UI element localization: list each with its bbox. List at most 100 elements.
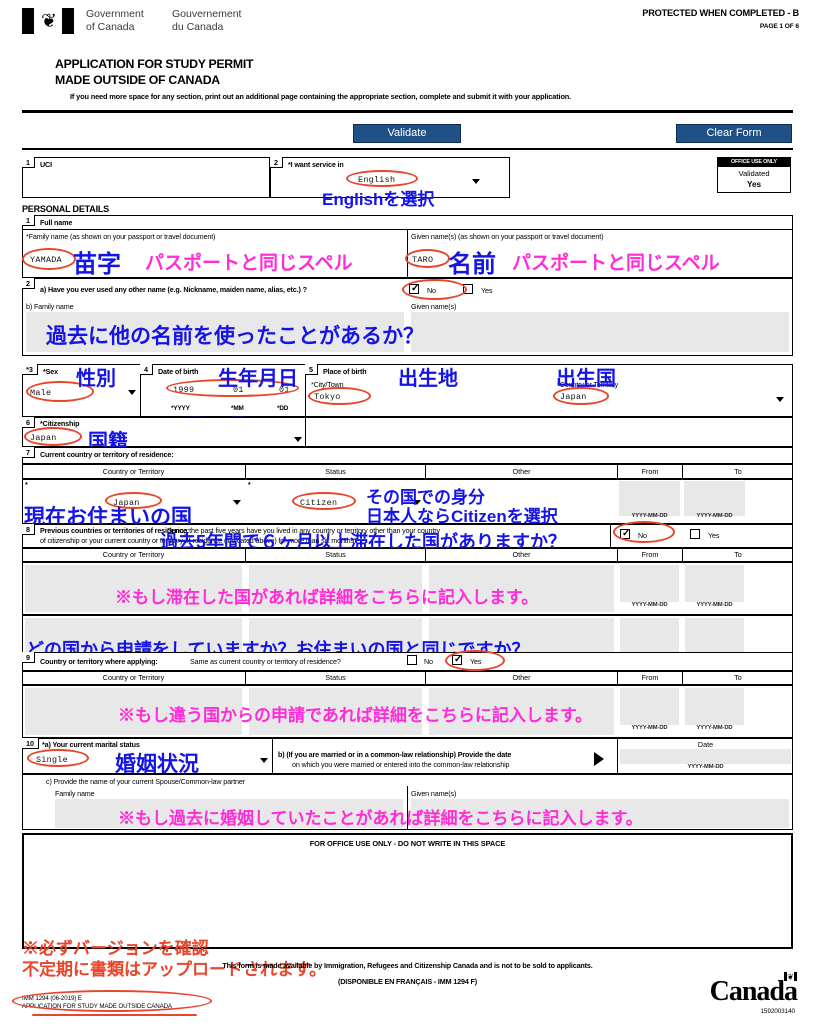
fullname-title: Full name	[40, 218, 73, 227]
previous-col-status: Status	[325, 550, 346, 559]
goc-fr-line2: du Canada	[172, 20, 224, 33]
barcode-number: 1592003140	[760, 1008, 795, 1015]
citizenship-row	[22, 417, 793, 447]
service-label: *I want service in	[288, 160, 344, 169]
dob-number: 4	[140, 364, 153, 375]
marital-c-given-label: Given name(s)	[411, 789, 457, 798]
annotation-given-name-note: パスポートと同じスペル	[512, 253, 720, 274]
header-divider	[22, 110, 793, 113]
goc-fr-line1: Gouvernement	[172, 8, 242, 20]
chevron-down-icon-marital[interactable]	[260, 758, 268, 763]
highlight-ellipse-given-name	[405, 249, 450, 268]
annotation-applying-detail: ※もし違う国からの申請であれば詳細をこちらに記入します。	[118, 706, 593, 725]
marital-date-label: Date	[697, 740, 714, 749]
previous-to-input-2[interactable]	[685, 618, 744, 655]
service-number: 2	[270, 157, 283, 168]
highlight-ellipse-previous-no	[613, 521, 675, 543]
residence-to-input[interactable]	[684, 481, 745, 516]
previous-from-input-1[interactable]	[620, 565, 679, 602]
residence-from-input[interactable]	[619, 481, 680, 516]
government-of-canada-en: Government of Canada	[86, 8, 144, 33]
annotation-marital-detail: ※もし過去に婚姻していたことがあれば詳細をこちらに記入します。	[118, 809, 643, 828]
previous-col-to: To	[734, 550, 742, 559]
highlight-ellipse-pob-city	[308, 387, 371, 405]
office-use-space: FOR OFFICE USE ONLY - DO NOT WRITE IN TH…	[22, 833, 793, 949]
chevron-down-icon-citizenship[interactable]	[294, 437, 302, 442]
othername-yes-label: Yes	[481, 286, 493, 295]
previous-col-country: Country or Territory	[102, 550, 165, 559]
uci-box	[22, 157, 270, 198]
highlight-ellipse-othername-no	[402, 279, 467, 300]
residence-col-from: From	[641, 467, 659, 476]
marital-date-input[interactable]	[620, 749, 791, 764]
marital-c-label: c) Provide the name of your current Spou…	[46, 777, 245, 786]
residence-col-status: Status	[325, 467, 346, 476]
office-use-title: OFFICE USE ONLY	[718, 158, 790, 167]
citizenship-divider	[305, 417, 306, 447]
form-page: ❦ Government of Canada Gouvernement du C…	[0, 0, 815, 1024]
residence-to-hint: YYYY-MM-DD	[696, 513, 733, 519]
othername-family-label: b) Family name	[26, 302, 74, 311]
marital-b-line2: on which you were married or entered int…	[292, 760, 510, 769]
previous-to-input-1[interactable]	[685, 565, 744, 602]
othername-given-input[interactable]	[411, 312, 789, 352]
office-use-validated-value: Yes	[746, 180, 762, 189]
applying-no-checkbox[interactable]	[407, 655, 417, 665]
highlight-ellipse-citizenship	[24, 427, 82, 446]
previous-yes-checkbox[interactable]	[690, 529, 700, 539]
residence-label: Current country or territory of residenc…	[40, 450, 174, 459]
chevron-down-icon-sex[interactable]	[128, 390, 136, 395]
sex-number: *3	[22, 364, 38, 375]
previous-col-other: Other	[512, 550, 531, 559]
section-personal-details: PERSONAL DETAILS	[22, 204, 109, 214]
applying-col-from: From	[641, 673, 659, 682]
highlight-underline-form-code	[32, 1014, 197, 1017]
applying-from-input[interactable]	[620, 688, 679, 725]
sex-label: *Sex	[43, 367, 58, 376]
residence-col-country: Country or Territory	[102, 467, 165, 476]
chevron-down-icon-residence-country[interactable]	[233, 500, 241, 505]
form-title-line2: MADE OUTSIDE OF CANADA	[55, 73, 220, 87]
applying-question: Same as current country or territory of …	[190, 657, 341, 666]
wordmark-flag-svg: ❦	[784, 972, 797, 982]
othername-given-label: Given name(s)	[411, 302, 457, 311]
uci-number: 1	[22, 157, 35, 168]
toolbar-divider	[22, 148, 793, 150]
applying-to-input[interactable]	[685, 688, 744, 725]
form-title-line1: APPLICATION FOR STUDY PERMIT	[55, 57, 254, 71]
applying-col-to: To	[734, 673, 742, 682]
pob-number: 5	[305, 364, 318, 375]
chevron-down-icon-pob-country[interactable]	[776, 397, 784, 402]
validate-button[interactable]: Validate	[353, 124, 461, 143]
applying-number: 9	[22, 652, 35, 663]
page-header: ❦ Government of Canada Gouvernement du C…	[0, 0, 815, 50]
highlight-ellipse-family-name	[22, 248, 76, 270]
given-name-label: Given name(s) (as shown on your passport…	[411, 232, 604, 241]
svg-text:❦: ❦	[787, 973, 794, 982]
office-use-space-label: FOR OFFICE USE ONLY - DO NOT WRITE IN TH…	[309, 839, 506, 848]
highlight-ellipse-marital	[27, 749, 89, 767]
applying-from-hint: YYYY-MM-DD	[631, 725, 668, 731]
annotation-sex: 性別	[76, 368, 116, 390]
form-subnote: If you need more space for any section, …	[70, 92, 572, 101]
marital-date-hint: YYYY-MM-DD	[687, 764, 724, 770]
arrow-right-icon-marital	[594, 752, 604, 766]
othername-question: a) Have you ever used any other name (e.…	[40, 285, 307, 294]
residence-col-other: Other	[512, 467, 531, 476]
previous-col-from: From	[641, 550, 659, 559]
dob-label: Date of birth	[158, 367, 199, 376]
applying-col-status: Status	[325, 673, 346, 682]
footer-line1: This form is made available by Immigrati…	[222, 961, 593, 970]
marital-b-line1: b) (If you are married or in a common-la…	[278, 750, 512, 759]
canada-flag-icon: ❦	[22, 8, 74, 34]
previous-from-hint-1: YYYY-MM-DD	[631, 602, 668, 608]
applying-col-country: Country or Territory	[102, 673, 165, 682]
fullname-number: 1	[22, 215, 35, 226]
government-of-canada-fr: Gouvernement du Canada	[172, 8, 241, 33]
clear-form-button[interactable]: Clear Form	[676, 124, 792, 143]
highlight-ellipse-residence-status	[292, 492, 356, 510]
previous-from-input-2[interactable]	[620, 618, 679, 655]
chevron-down-icon-service[interactable]	[472, 179, 480, 184]
office-use-validated-label: Validated	[738, 169, 770, 178]
marital-number: 10	[22, 738, 39, 749]
